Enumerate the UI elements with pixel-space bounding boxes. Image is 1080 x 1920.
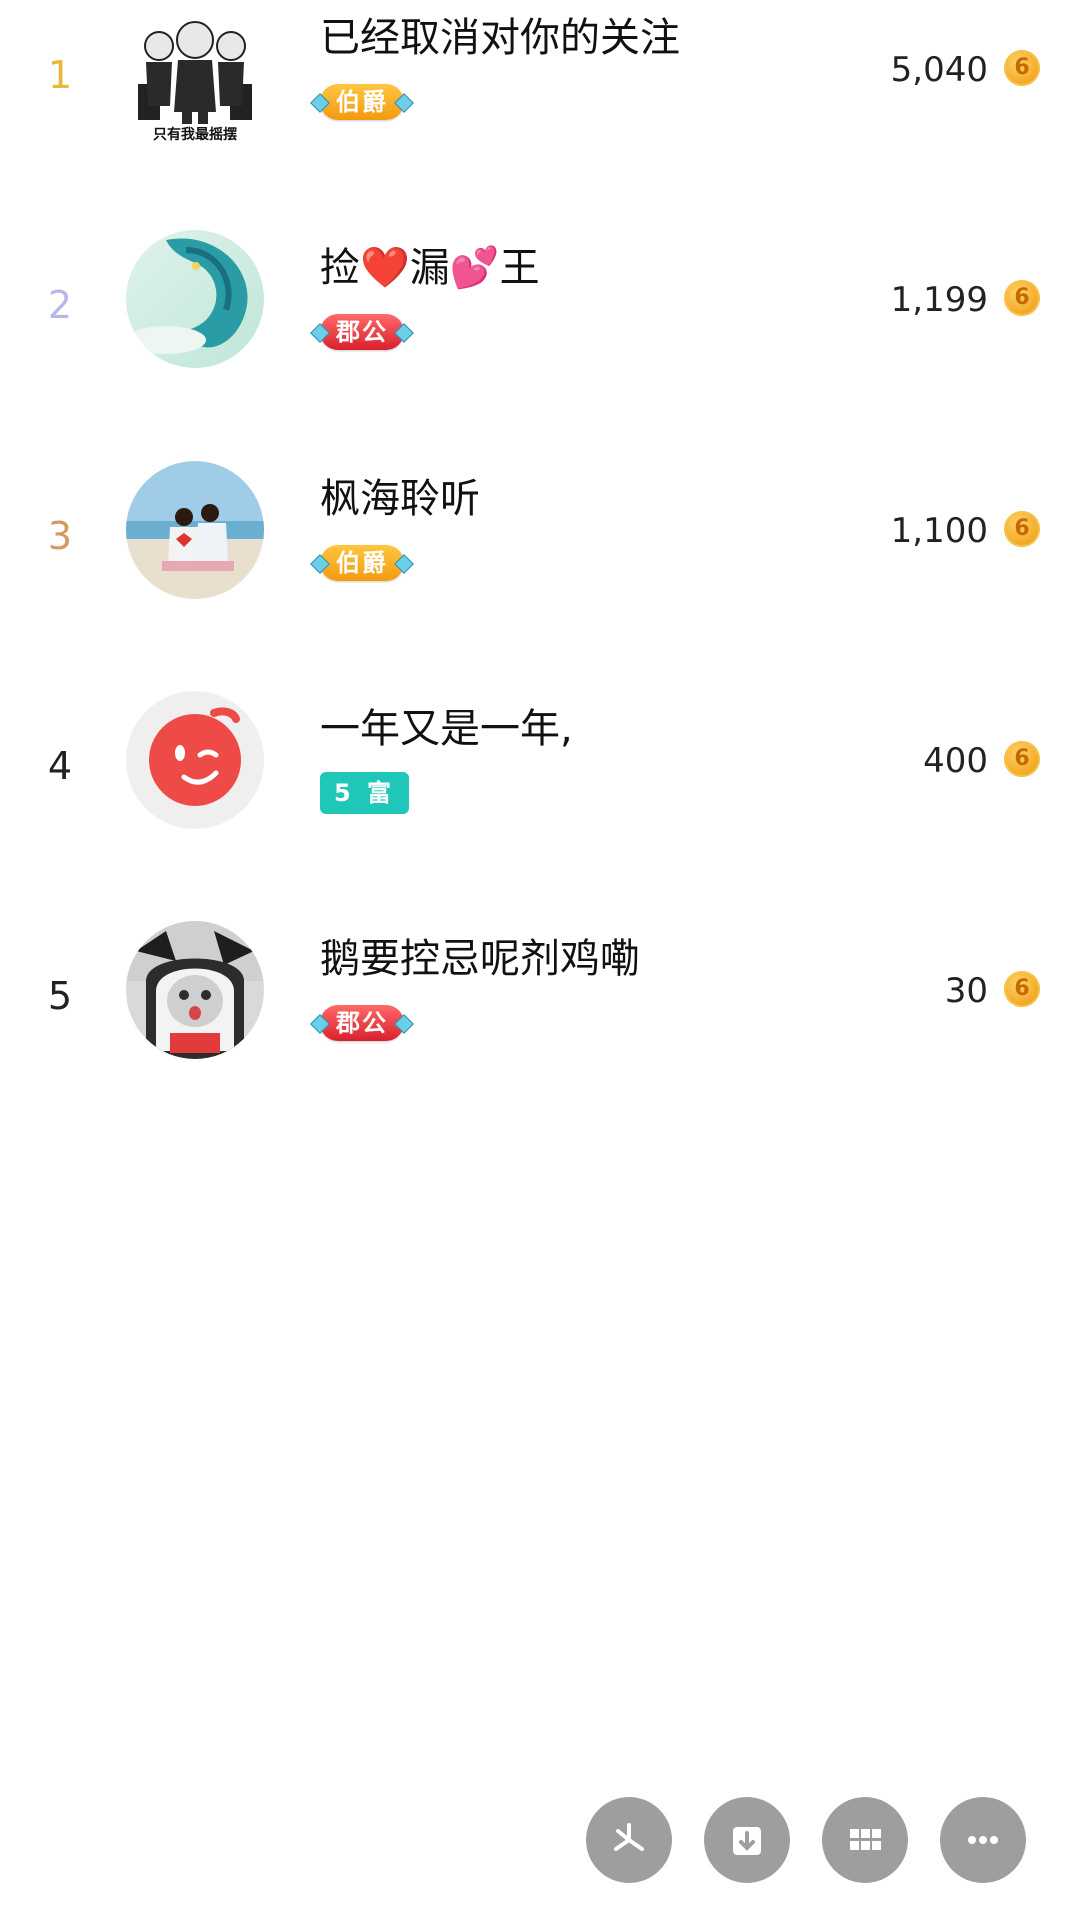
grid-button[interactable] — [822, 1797, 908, 1883]
coin-icon: 6 — [1004, 741, 1040, 777]
avatar[interactable]: 只有我最摇摆 — [126, 12, 264, 150]
coin-icon: 6 — [1004, 50, 1040, 86]
badge-count: 伯爵 — [320, 84, 404, 120]
download-icon — [733, 1827, 761, 1855]
cat-avatar-image — [126, 921, 264, 1059]
badge-count: 5 富 — [320, 772, 410, 814]
avatar[interactable] — [126, 921, 264, 1059]
avatar[interactable] — [126, 230, 264, 368]
coin-icon: 6 — [1004, 280, 1040, 316]
floating-action-bar — [586, 1797, 1026, 1883]
grid-icon — [850, 1829, 881, 1850]
rank-number: 5 — [47, 974, 73, 1018]
avatar[interactable] — [126, 461, 264, 599]
rank-number: 4 — [47, 744, 73, 788]
ranking-row[interactable]: 4 一年又是一年, 5 富 400 6 — [0, 691, 1080, 871]
dragon-avatar-image — [126, 230, 264, 368]
rank-number: 3 — [47, 514, 73, 558]
coin-icon: 6 — [1004, 971, 1040, 1007]
ranking-row[interactable]: 3 枫海聆听 伯爵 1,100 6 — [0, 461, 1080, 641]
contribution-amount: 5,040 — [890, 50, 988, 90]
badge-count: 郡公 — [320, 1005, 404, 1041]
rank-badge: 伯爵 — [320, 82, 404, 122]
beach-couple-avatar-image — [126, 461, 264, 599]
badge-count: 郡公 — [320, 314, 404, 350]
share-button[interactable] — [586, 1797, 672, 1883]
contribution-amount: 400 — [923, 741, 988, 781]
contribution-amount: 30 — [944, 971, 988, 1011]
contribution-amount: 1,100 — [890, 511, 988, 551]
weibo-default-avatar-image — [126, 691, 264, 829]
more-button[interactable] — [940, 1797, 1026, 1883]
ranking-row[interactable]: 5 鹅要控忌呢剂鸡嘞 郡公 30 6 — [0, 921, 1080, 1101]
avatar[interactable] — [126, 691, 264, 829]
user-name[interactable]: 鹅要控忌呢剂鸡嘞 — [320, 935, 640, 983]
avatar-caption: 只有我最摇摆 — [153, 127, 237, 143]
rank-badge: 郡公 — [320, 1003, 404, 1043]
pinwheel-icon — [614, 1823, 644, 1851]
ranking-row[interactable]: 2 捡❤️漏💕王 郡公 1,199 6 — [0, 230, 1080, 410]
save-button[interactable] — [704, 1797, 790, 1883]
user-name[interactable]: 枫海聆听 — [320, 475, 480, 523]
rank-number: 1 — [47, 53, 73, 97]
more-icon — [968, 1836, 998, 1844]
rank-badge: 5 富 — [320, 772, 410, 814]
user-name[interactable]: 已经取消对你的关注 — [320, 14, 680, 62]
contribution-amount: 1,199 — [890, 280, 988, 320]
user-name[interactable]: 捡❤️漏💕王 — [320, 244, 540, 292]
user-name[interactable]: 一年又是一年, — [320, 705, 573, 753]
rank-number: 2 — [47, 283, 73, 327]
coin-icon: 6 — [1004, 511, 1040, 547]
rank-badge: 伯爵 — [320, 543, 404, 583]
ranking-row[interactable]: 1 只有我最摇摆 已经取消对你的关注 伯爵 5,040 6 — [0, 0, 1080, 180]
rank-badge: 郡公 — [320, 312, 404, 352]
badge-count: 伯爵 — [320, 545, 404, 581]
